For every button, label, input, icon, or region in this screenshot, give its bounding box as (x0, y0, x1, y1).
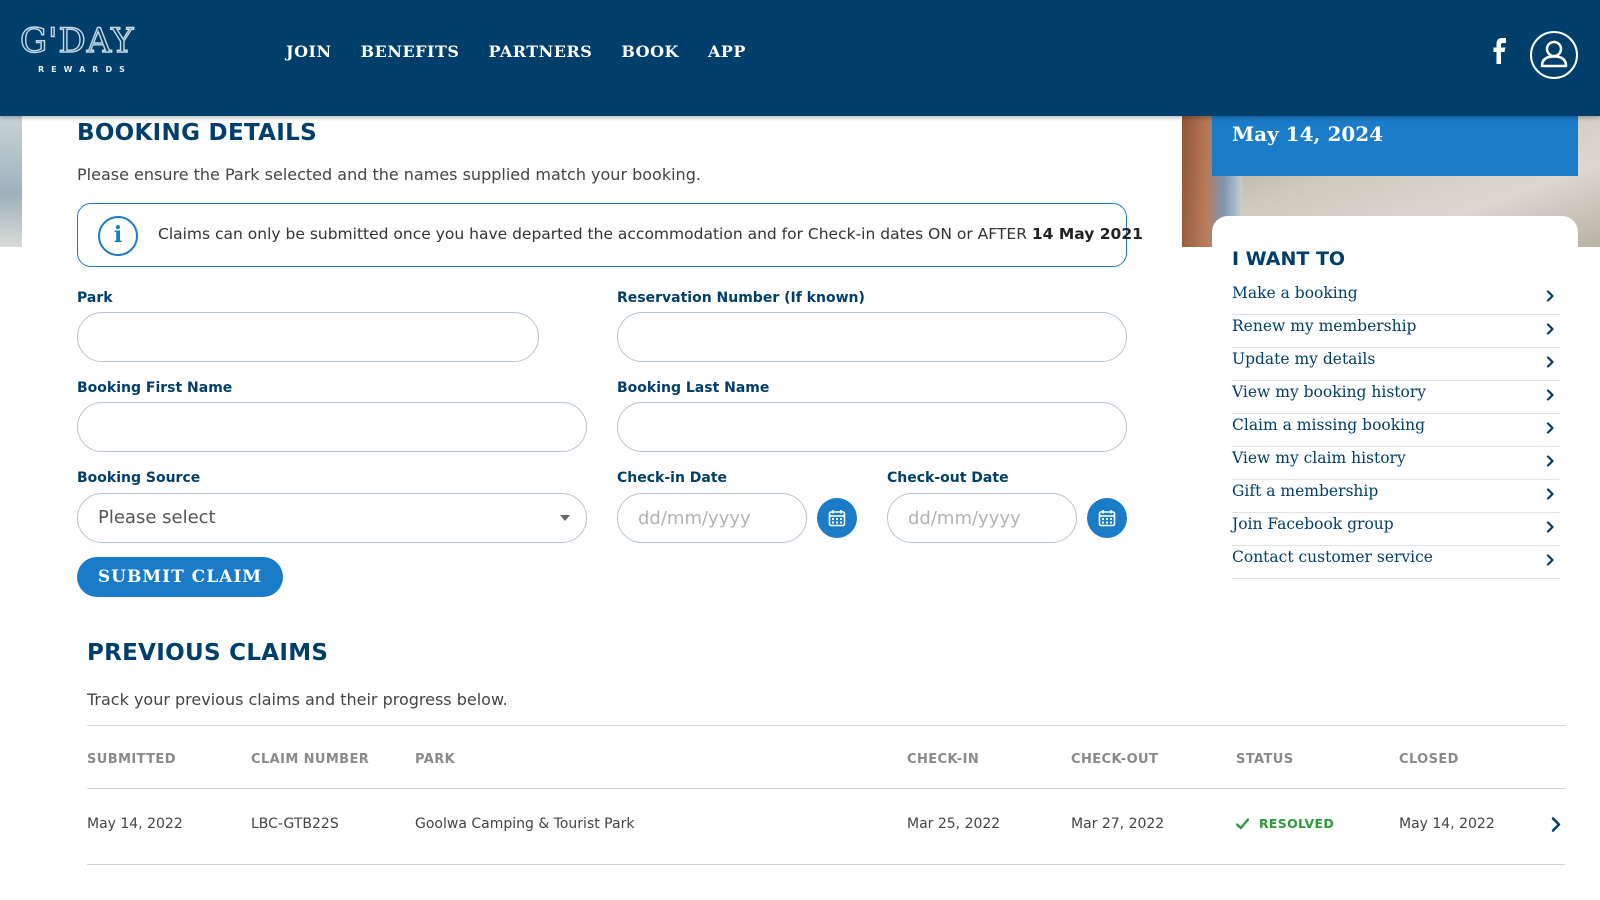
chevron-right-icon (1546, 323, 1554, 335)
row-closed: May 14, 2022 (1399, 816, 1495, 832)
col-park: PARK (415, 752, 456, 767)
sidebar-item-contact-customer-service[interactable]: Contact customer service (1232, 546, 1560, 579)
first-name-label: Booking First Name (77, 380, 233, 396)
chevron-right-icon (1546, 455, 1554, 467)
booking-source-label: Booking Source (77, 470, 201, 486)
check-in-label: Check-in Date (617, 470, 728, 486)
sidebar-item-join-facebook-group[interactable]: Join Facebook group (1232, 513, 1560, 546)
sidebar-item-claim-history[interactable]: View my claim history (1232, 447, 1560, 480)
sidebar-item-label: Renew my membership (1232, 317, 1417, 335)
table-top-rule (87, 725, 1565, 726)
park-input[interactable] (77, 312, 539, 362)
sidebar-item-label: Update my details (1232, 350, 1376, 368)
nav-partners[interactable]: PARTNERS (488, 42, 592, 61)
last-name-input[interactable] (617, 402, 1127, 452)
claim-notice: i Claims can only be submitted once you … (77, 203, 1143, 267)
check-in-calendar-button[interactable] (817, 498, 857, 538)
booking-helper-text: Please ensure the Park selected and the … (77, 165, 701, 184)
i-want-to-panel: I WANT TO Make a booking Renew my member… (1212, 216, 1578, 606)
col-check-out: CHECK-OUT (1071, 752, 1159, 767)
sidebar-item-label: View my claim history (1232, 449, 1406, 467)
sidebar-item-gift-membership[interactable]: Gift a membership (1232, 480, 1560, 513)
check-in-input[interactable] (617, 493, 807, 543)
row-park: Goolwa Camping & Tourist Park (415, 816, 635, 832)
sidebar-item-booking-history[interactable]: View my booking history (1232, 381, 1560, 414)
table-row-rule (87, 864, 1565, 865)
submit-claim-button[interactable]: SUBMIT CLAIM (77, 557, 283, 597)
main-nav: JOIN BENEFITS PARTNERS BOOK APP (286, 42, 775, 61)
sidebar-item-update-details[interactable]: Update my details (1232, 348, 1560, 381)
claim-notice-date: 14 May 2021 (1031, 225, 1143, 243)
facebook-icon[interactable] (1490, 38, 1510, 68)
chevron-right-icon (1546, 422, 1554, 434)
logo-subtitle: REWARDS (38, 65, 132, 74)
chevron-right-icon[interactable] (1551, 817, 1561, 832)
reservation-number-input[interactable] (617, 312, 1127, 362)
status-badge: RESOLVED (1259, 816, 1335, 831)
sidebar-item-label: Contact customer service (1232, 548, 1433, 566)
nav-benefits[interactable]: BENEFITS (361, 42, 460, 61)
main-content: BOOKING DETAILS Please ensure the Park s… (22, 116, 1182, 900)
info-icon: i (98, 216, 138, 256)
chevron-right-icon (1546, 356, 1554, 368)
sidebar-item-label: Gift a membership (1232, 482, 1379, 500)
chevron-right-icon (1546, 521, 1554, 533)
chevron-right-icon (1546, 488, 1554, 500)
nav-join[interactable]: JOIN (286, 42, 332, 61)
claim-notice-text: Claims can only be submitted once you ha… (158, 225, 1143, 243)
chevron-right-icon (1546, 554, 1554, 566)
nav-app[interactable]: APP (708, 42, 746, 61)
calendar-icon (1098, 510, 1116, 527)
col-status: STATUS (1236, 752, 1294, 767)
booking-details-title: BOOKING DETAILS (77, 120, 317, 146)
park-label: Park (77, 290, 113, 306)
sidebar-item-label: View my booking history (1232, 383, 1427, 401)
previous-claims-helper: Track your previous claims and their pro… (87, 690, 508, 709)
calendar-icon (828, 510, 846, 527)
reservation-number-label: Reservation Number (If known) (617, 290, 865, 306)
site-header: G'DAY REWARDS JOIN BENEFITS PARTNERS BOO… (0, 0, 1600, 116)
membership-date: May 14, 2024 (1232, 122, 1384, 146)
account-icon[interactable] (1530, 31, 1578, 79)
row-claim-number: LBC-GTB22S (251, 816, 339, 832)
booking-source-value: Please select (98, 507, 216, 528)
nav-book[interactable]: BOOK (621, 42, 679, 61)
row-submitted: May 14, 2022 (87, 816, 183, 832)
col-closed: CLOSED (1399, 752, 1459, 767)
check-out-label: Check-out Date (887, 470, 1009, 486)
last-name-label: Booking Last Name (617, 380, 770, 396)
logo-wordmark: G'DAY (19, 21, 135, 61)
dropdown-caret-icon (560, 515, 570, 521)
membership-date-banner: May 14, 2024 (1212, 116, 1578, 176)
checkmark-icon (1236, 818, 1249, 830)
table-header-rule (87, 788, 1565, 789)
i-want-to-title: I WANT TO (1232, 248, 1346, 270)
check-out-calendar-button[interactable] (1087, 498, 1127, 538)
previous-claims-title: PREVIOUS CLAIMS (87, 640, 329, 666)
background-photo-left (0, 116, 22, 247)
sidebar-item-make-booking[interactable]: Make a booking (1232, 282, 1560, 315)
sidebar-item-claim-missing-booking[interactable]: Claim a missing booking (1232, 414, 1560, 447)
row-check-out: Mar 27, 2022 (1071, 816, 1165, 832)
chevron-right-icon (1546, 290, 1554, 302)
sidebar-item-label: Join Facebook group (1232, 515, 1394, 533)
sidebar-item-renew-membership[interactable]: Renew my membership (1232, 315, 1560, 348)
col-check-in: CHECK-IN (907, 752, 980, 767)
col-claim-number: CLAIM NUMBER (251, 752, 370, 767)
check-out-input[interactable] (887, 493, 1077, 543)
booking-source-select[interactable]: Please select (77, 493, 587, 543)
first-name-input[interactable] (77, 402, 587, 452)
row-check-in: Mar 25, 2022 (907, 816, 1001, 832)
col-submitted: SUBMITTED (87, 752, 176, 767)
sidebar-item-label: Make a booking (1232, 284, 1358, 302)
gday-rewards-logo[interactable]: G'DAY REWARDS (19, 21, 142, 78)
chevron-right-icon (1546, 389, 1554, 401)
sidebar-item-label: Claim a missing booking (1232, 416, 1426, 434)
